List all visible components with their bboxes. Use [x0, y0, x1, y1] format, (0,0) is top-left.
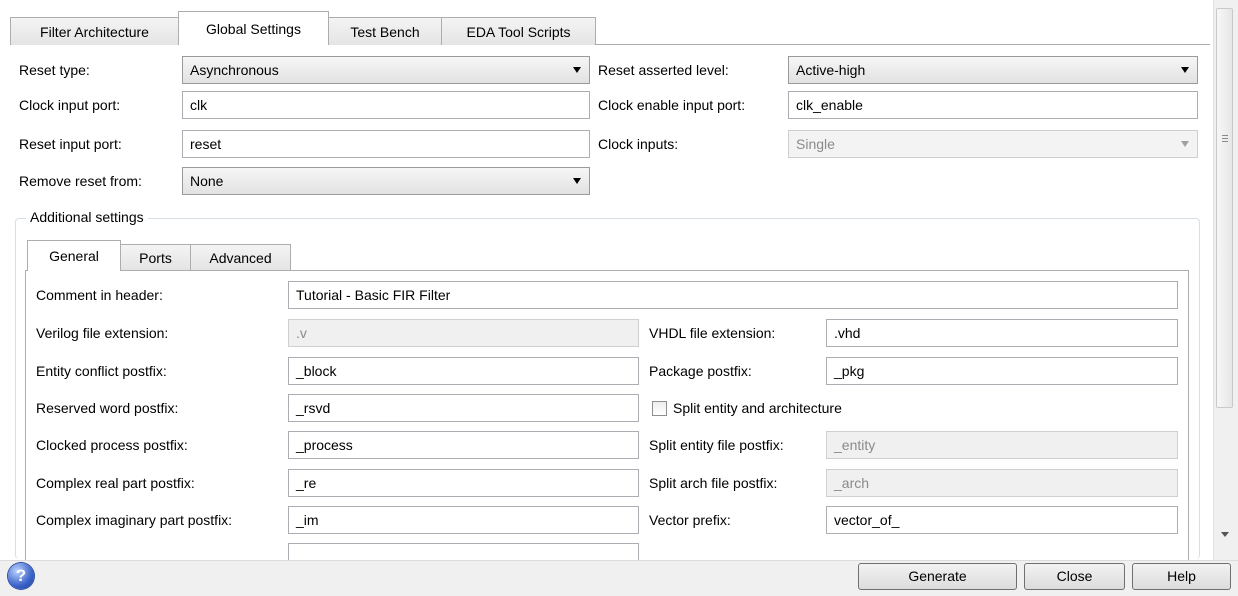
reserved-word-label: Reserved word postfix: [36, 400, 179, 416]
remove-reset-label: Remove reset from: [19, 173, 142, 189]
help-question-icon[interactable]: ? [8, 563, 34, 589]
split-entity-file-label: Split entity file postfix: [649, 437, 784, 453]
package-postfix-input[interactable]: _pkg [826, 357, 1178, 385]
next-row-input[interactable] [288, 543, 639, 560]
vector-prefix-label: Vector prefix: [649, 512, 731, 528]
grip-line [1222, 138, 1228, 139]
chevron-down-icon [573, 178, 581, 184]
scrollbar-thumb[interactable] [1216, 8, 1233, 408]
entity-conflict-label: Entity conflict postfix: [36, 363, 167, 379]
clock-port-input[interactable]: clk [182, 91, 590, 119]
chevron-down-icon [1181, 141, 1189, 147]
split-arch-input: _arch [826, 469, 1178, 497]
remove-reset-dropdown[interactable]: None [182, 167, 590, 195]
tab-eda-tool-scripts[interactable]: EDA Tool Scripts [441, 17, 596, 45]
chevron-down-icon [573, 67, 581, 73]
subtab-ports[interactable]: Ports [120, 244, 191, 270]
comment-label: Comment in header: [36, 287, 163, 303]
split-entity-label: Split entity and architecture [673, 400, 842, 416]
clocked-process-label: Clocked process postfix: [36, 437, 188, 453]
verilog-ext-label: Verilog file extension: [36, 325, 169, 341]
split-entity-file-input: _entity [826, 431, 1178, 459]
generate-button[interactable]: Generate [858, 563, 1017, 590]
reset-type-value: Asynchronous [190, 62, 279, 78]
additional-settings-title: Additional settings [26, 206, 148, 228]
clocked-process-input[interactable]: _process [288, 431, 639, 459]
reset-port-label: Reset input port: [19, 136, 122, 152]
subtab-general[interactable]: General [27, 240, 121, 271]
subtab-advanced[interactable]: Advanced [190, 244, 291, 270]
grip-line [1222, 141, 1228, 142]
tab-test-bench[interactable]: Test Bench [328, 17, 442, 45]
vhdl-ext-label: VHDL file extension: [649, 325, 776, 341]
scroll-down-arrow-icon[interactable] [1221, 532, 1229, 537]
reset-type-label: Reset type: [19, 62, 90, 78]
split-arch-label: Split arch file postfix: [649, 475, 778, 491]
reset-port-input[interactable]: reset [182, 130, 590, 158]
split-entity-checkbox[interactable] [652, 401, 667, 416]
remove-reset-value: None [190, 173, 224, 189]
clock-enable-input[interactable]: clk_enable [788, 91, 1198, 119]
entity-conflict-input[interactable]: _block [288, 357, 639, 385]
clock-enable-label: Clock enable input port: [598, 97, 746, 113]
clock-inputs-label: Clock inputs: [598, 136, 679, 152]
complex-real-input[interactable]: _re [288, 469, 639, 497]
chevron-down-icon [1181, 67, 1189, 73]
comment-input[interactable]: Tutorial - Basic FIR Filter [288, 281, 1178, 309]
help-button[interactable]: Help [1132, 563, 1231, 590]
reset-level-value: Active-high [796, 62, 866, 78]
verilog-ext-input: .v [288, 319, 639, 347]
complex-imag-input[interactable]: _im [288, 506, 639, 534]
vhdl-ext-input[interactable]: .vhd [826, 319, 1178, 347]
reset-type-dropdown[interactable]: Asynchronous [182, 56, 590, 84]
reserved-word-input[interactable]: _rsvd [288, 394, 639, 422]
clock-port-label: Clock input port: [19, 97, 121, 113]
complex-imag-label: Complex imaginary part postfix: [36, 512, 233, 528]
tab-filter-architecture[interactable]: Filter Architecture [10, 17, 179, 45]
package-postfix-label: Package postfix: [649, 363, 752, 379]
clock-inputs-value: Single [796, 136, 835, 152]
vector-prefix-input[interactable]: vector_of_ [826, 506, 1178, 534]
close-button[interactable]: Close [1024, 563, 1125, 590]
clock-inputs-dropdown: Single [788, 130, 1198, 158]
tab-global-settings[interactable]: Global Settings [178, 11, 329, 45]
reset-level-label: Reset asserted level: [598, 62, 729, 78]
grip-line [1222, 135, 1228, 136]
complex-real-label: Complex real part postfix: [36, 475, 195, 491]
reset-level-dropdown[interactable]: Active-high [788, 56, 1198, 84]
